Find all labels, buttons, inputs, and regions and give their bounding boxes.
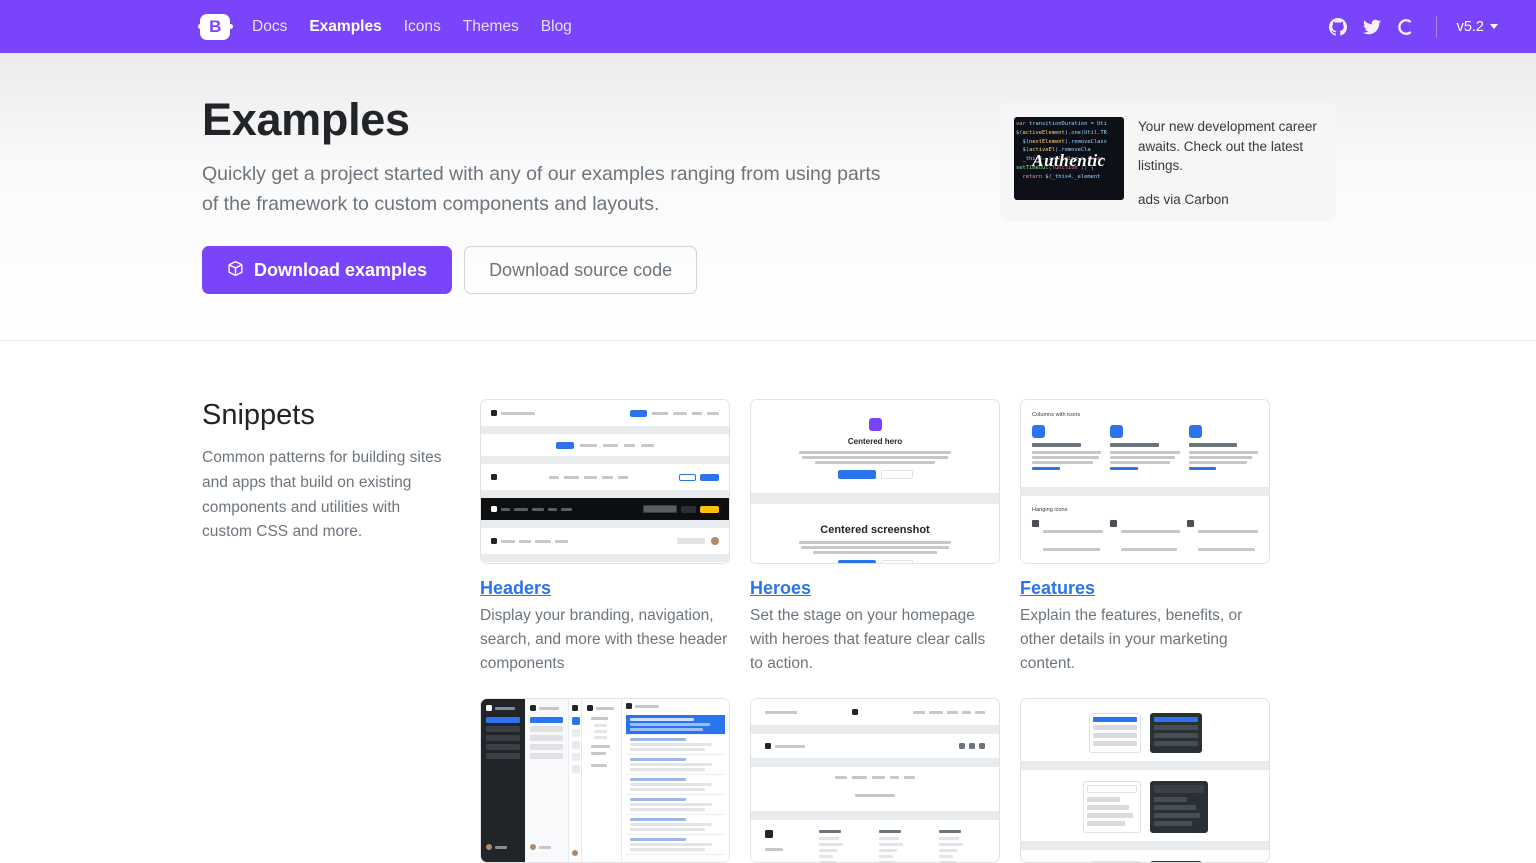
hero-actions: Download examples Download source code — [202, 246, 902, 295]
snippet-card-features: Columns with icons Hanging icons Feature… — [1020, 399, 1270, 676]
ad-brand-text: Authentic — [1032, 151, 1106, 170]
snippet-card-headers: Headers Display your branding, navigatio… — [480, 399, 730, 676]
snippet-card-footers — [750, 698, 1000, 863]
snippets-grid: Headers Display your branding, navigatio… — [480, 399, 1336, 863]
nav-link-themes[interactable]: Themes — [463, 18, 519, 36]
snippet-desc-heroes: Set the stage on your homepage with hero… — [750, 607, 986, 673]
page-title: Examples — [202, 94, 410, 145]
hero-content: Examples Quickly get a project started w… — [202, 94, 902, 295]
nav-right-group: v5.2 — [1328, 15, 1500, 38]
nav-divider — [1435, 15, 1437, 38]
snippet-card-heroes: Centered hero Centered screenshot Heroes… — [750, 399, 1000, 676]
twitter-icon[interactable] — [1362, 17, 1382, 37]
open-collective-icon[interactable] — [1396, 17, 1416, 37]
top-navbar: B Docs Examples Icons Themes Blog v5.2 — [0, 0, 1536, 53]
download-source-button[interactable]: Download source code — [464, 246, 698, 295]
snippet-card-dropdowns — [1020, 698, 1270, 863]
snippet-link-features[interactable]: Features — [1020, 578, 1095, 599]
nav-link-examples[interactable]: Examples — [309, 18, 381, 36]
headers-thumbnail[interactable] — [480, 399, 730, 565]
version-label: v5.2 — [1456, 18, 1484, 35]
snippet-link-heroes[interactable]: Heroes — [750, 578, 811, 599]
features-caption-1: Columns with icons — [1032, 412, 1081, 419]
snippets-title: Snippets — [202, 399, 315, 432]
ad-headline: Your new development career awaits. Chec… — [1138, 119, 1317, 174]
heroes-preview-heading-1: Centered hero — [847, 437, 903, 447]
snippets-description: Common patterns for building sites and a… — [202, 449, 442, 541]
dropdowns-thumbnail[interactable] — [1020, 698, 1270, 863]
nav-link-icons[interactable]: Icons — [404, 18, 441, 36]
snippet-desc-features: Explain the features, benefits, or other… — [1020, 607, 1243, 673]
box-icon — [227, 260, 244, 280]
download-examples-button[interactable]: Download examples — [202, 246, 453, 295]
snippet-desc-headers: Display your branding, navigation, searc… — [480, 607, 728, 673]
primary-nav: Docs Examples Icons Themes Blog — [252, 18, 572, 36]
ad-thumbnail-image: var transitionDuration = Uti $(activeEle… — [1014, 117, 1124, 200]
carbon-ad[interactable]: var transitionDuration = Uti $(activeEle… — [1000, 103, 1336, 221]
nav-link-docs[interactable]: Docs — [252, 18, 287, 36]
ad-body: Your new development career awaits. Chec… — [1138, 117, 1322, 207]
hero-section: Examples Quickly get a project started w… — [0, 53, 1536, 342]
heroes-preview-heading-2: Centered screenshot — [820, 524, 930, 537]
section-divider — [0, 340, 1536, 342]
page-lead: Quickly get a project started with any o… — [202, 162, 881, 216]
nav-link-blog[interactable]: Blog — [541, 18, 572, 36]
sidebars-thumbnail[interactable] — [480, 698, 730, 863]
heroes-thumbnail[interactable]: Centered hero Centered screenshot — [750, 399, 1000, 565]
features-thumbnail[interactable]: Columns with icons Hanging icons — [1020, 399, 1270, 565]
github-icon[interactable] — [1328, 17, 1348, 37]
features-caption-2: Hanging icons — [1032, 507, 1068, 514]
bootstrap-logo[interactable]: B — [197, 13, 233, 40]
chevron-down-icon — [1490, 24, 1498, 29]
snippet-card-sidebars — [480, 698, 730, 863]
ad-via-link[interactable]: ads via Carbon — [1138, 192, 1322, 207]
download-examples-label: Download examples — [254, 260, 428, 281]
snippets-intro: Snippets Common patterns for building si… — [202, 399, 470, 863]
footers-thumbnail[interactable] — [750, 698, 1000, 863]
snippet-link-headers[interactable]: Headers — [480, 578, 551, 599]
version-dropdown[interactable]: v5.2 — [1457, 19, 1500, 35]
snippets-section: Snippets Common patterns for building si… — [0, 341, 1536, 863]
brand-letter: B — [209, 17, 221, 36]
